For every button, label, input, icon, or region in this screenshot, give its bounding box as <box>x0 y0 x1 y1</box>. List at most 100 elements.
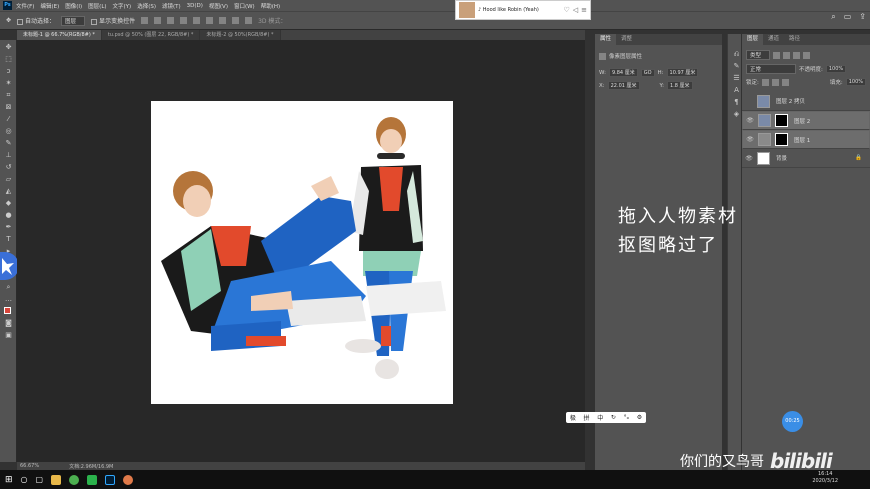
menu-layer[interactable]: 图层(L) <box>88 2 106 10</box>
screen-mode-icon[interactable]: ▣ <box>4 331 13 340</box>
layer-row[interactable]: 👁 背景 🔒 <box>742 149 870 168</box>
lock-position-icon[interactable] <box>771 78 779 86</box>
brush-panel-icon[interactable]: ✎ <box>732 62 741 71</box>
link-button[interactable]: GO <box>640 68 655 77</box>
checkbox-icon[interactable] <box>91 18 98 25</box>
tab-channels[interactable]: 通道 <box>763 34 784 45</box>
align-left-icon[interactable] <box>141 17 149 24</box>
lock-all-icon[interactable] <box>781 78 789 86</box>
recording-timer[interactable]: 00:25 <box>782 411 803 432</box>
eye-icon[interactable]: 👁 <box>746 117 754 124</box>
dodge-tool-icon[interactable]: ● <box>4 211 13 220</box>
volume-icon[interactable]: ◁ <box>573 6 578 14</box>
workspace-icon[interactable]: ▭ <box>844 12 852 22</box>
3d-panel-icon[interactable]: ◈ <box>732 110 741 119</box>
app-icon[interactable] <box>123 474 134 485</box>
brush-tool-icon[interactable]: ✎ <box>4 139 13 148</box>
checkbox-icon[interactable] <box>17 18 24 25</box>
tab-untitled-1[interactable]: 未标题-1 @ 66.7%(RGB/8#) * <box>17 30 102 40</box>
menu-view[interactable]: 视图(V) <box>209 2 228 10</box>
distribute-icon[interactable] <box>219 17 227 24</box>
layer-name[interactable]: 图层 2 拷贝 <box>776 97 805 105</box>
search-icon[interactable]: ○ <box>21 475 28 484</box>
show-transform-checkbox[interactable]: 显示变换控件 <box>91 16 135 25</box>
eyedropper-icon[interactable]: ⁄ <box>4 115 13 124</box>
document-canvas[interactable] <box>151 101 453 404</box>
history-panel-icon[interactable]: ⎌ <box>732 50 741 59</box>
tab-tu-psd[interactable]: tu.psd @ 50% (图层 22, RGB/8#) * <box>101 30 201 40</box>
type-tool-icon[interactable]: T <box>4 235 13 244</box>
ime-toolbar[interactable]: 极 拼 中 ↻ °ₒ ⚙ <box>566 412 646 423</box>
layer-name[interactable]: 图层 1 <box>794 136 810 144</box>
menu-select[interactable]: 选择(S) <box>137 2 156 10</box>
align-bottom-icon[interactable] <box>206 17 214 24</box>
blend-mode-dropdown[interactable]: 正常 <box>746 64 796 74</box>
crop-tool-icon[interactable]: ⌗ <box>4 91 13 100</box>
menu-type[interactable]: 文字(Y) <box>113 2 132 10</box>
eye-icon[interactable]: 👁 <box>746 136 754 143</box>
music-player[interactable]: ♪ Hood like Robin (Yeah) ♡ ◁ ≡ <box>455 0 591 20</box>
layer-kind-filter[interactable]: 类型 <box>746 50 771 60</box>
width-field[interactable]: 9.84 厘米 <box>608 68 638 77</box>
windows-start-icon[interactable]: ⊞ <box>5 475 13 485</box>
move-tool-icon[interactable]: ✥ <box>6 17 11 24</box>
distribute-icon[interactable] <box>232 17 240 24</box>
paragraph-panel-icon[interactable]: ¶ <box>732 98 741 107</box>
search-icon[interactable]: ⌕ <box>831 12 835 22</box>
chrome-icon[interactable] <box>69 474 80 485</box>
filter-type-icon[interactable] <box>793 51 801 59</box>
character-panel-icon[interactable]: A <box>732 86 741 95</box>
filter-pixel-icon[interactable] <box>773 51 781 59</box>
pen-tool-icon[interactable]: ✒ <box>4 223 13 232</box>
history-brush-icon[interactable]: ↺ <box>4 163 13 172</box>
zoom-level[interactable]: 66.67% <box>20 463 39 469</box>
tab-layers[interactable]: 图层 <box>742 34 764 45</box>
x-field[interactable]: 22.01 厘米 <box>607 81 640 90</box>
y-field[interactable]: 1.8 厘米 <box>667 81 693 90</box>
heart-icon[interactable]: ♡ <box>563 6 569 14</box>
align-center-icon[interactable] <box>154 17 162 24</box>
height-field[interactable]: 10.97 厘米 <box>666 68 699 77</box>
ime-settings-icon[interactable]: ⚙ <box>637 414 642 421</box>
system-clock[interactable]: 16:14 2020/3/12 <box>812 471 838 485</box>
layer-name[interactable]: 图层 2 <box>794 117 810 125</box>
tab-paths[interactable]: 路径 <box>784 34 805 45</box>
paint-bucket-icon[interactable]: ◭ <box>4 187 13 196</box>
layer-mask-thumbnail[interactable] <box>775 114 788 127</box>
lock-pixels-icon[interactable] <box>761 78 769 86</box>
frame-tool-icon[interactable]: ⊠ <box>4 103 13 112</box>
distribute-icon[interactable] <box>245 17 253 24</box>
tab-untitled-2[interactable]: 未标题-2 @ 50%(RGB/8#) * <box>200 30 281 40</box>
ime-pinyin-button[interactable]: 拼 <box>584 413 590 422</box>
menu-window[interactable]: 窗口(W) <box>234 2 255 10</box>
lasso-tool-icon[interactable]: ↄ <box>4 67 13 76</box>
opacity-field[interactable]: 100% <box>825 65 847 73</box>
settings-panel-icon[interactable]: ☰ <box>732 74 741 83</box>
layer-select-dropdown[interactable]: 图层 <box>61 15 86 26</box>
ime-lang-button[interactable]: 中 <box>597 413 603 422</box>
zoom-tool-icon[interactable]: ⌕ <box>4 283 13 292</box>
menu-edit[interactable]: 编辑(E) <box>40 2 59 10</box>
layer-row[interactable]: 👁 图层 1 <box>742 130 870 149</box>
task-view-icon[interactable]: ▢ <box>36 475 44 484</box>
quick-mask-icon[interactable]: ◙ <box>4 319 13 328</box>
fill-field[interactable]: 100% <box>845 78 866 86</box>
wechat-icon[interactable] <box>87 474 98 485</box>
menu-icon[interactable]: ≡ <box>581 6 587 14</box>
filter-adjust-icon[interactable] <box>783 51 791 59</box>
ime-width-button[interactable]: °ₒ <box>624 414 629 421</box>
tab-adjustments[interactable]: 调整 <box>616 34 637 45</box>
blur-tool-icon[interactable]: ◆ <box>4 199 13 208</box>
layer-name[interactable]: 背景 <box>776 154 855 162</box>
marquee-tool-icon[interactable]: ⬚ <box>4 55 13 64</box>
healing-brush-icon[interactable]: ◎ <box>4 127 13 136</box>
eye-icon[interactable]: 👁 <box>745 155 753 162</box>
ime-mode-button[interactable]: 极 <box>570 413 576 422</box>
eraser-icon[interactable]: ▱ <box>4 175 13 184</box>
menu-3d[interactable]: 3D(D) <box>187 3 203 9</box>
filter-shape-icon[interactable] <box>803 51 811 59</box>
layer-row[interactable]: 👁 图层 2 <box>742 111 870 130</box>
photoshop-taskbar-icon[interactable] <box>105 474 116 485</box>
layer-row[interactable]: 图层 2 拷贝 <box>742 92 870 111</box>
menu-filter[interactable]: 滤镜(T) <box>162 2 181 10</box>
